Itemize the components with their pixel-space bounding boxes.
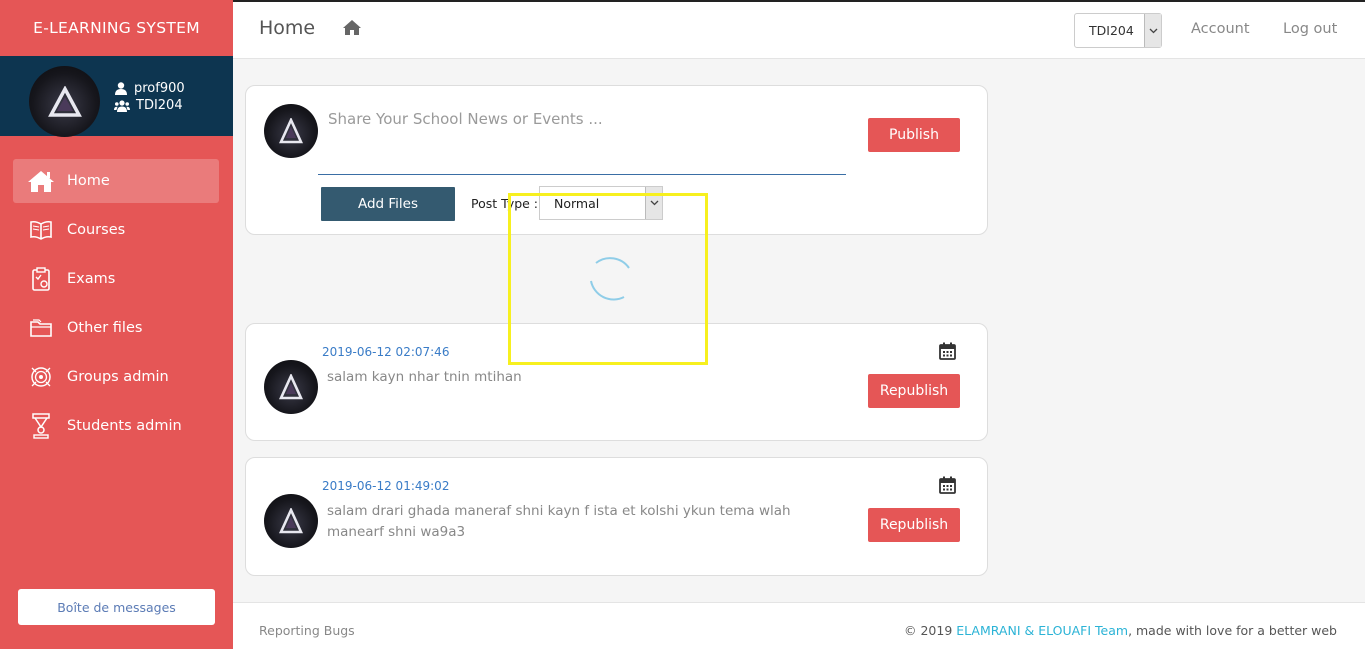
- republish-button[interactable]: Republish: [868, 374, 960, 408]
- logout-link[interactable]: Log out: [1283, 21, 1337, 37]
- sidebar-item-label: Home: [67, 173, 110, 189]
- footer-credits: © 2019 ELAMRANI & ELOUAFI Team, made wit…: [904, 623, 1337, 638]
- users-icon: [114, 99, 130, 112]
- footer-copyright: © 2019: [904, 623, 957, 638]
- home-icon: [27, 168, 55, 194]
- sidebar-item-label: Courses: [67, 222, 126, 238]
- sidebar-item-students-admin[interactable]: Students admin: [13, 404, 219, 448]
- sidebar-item-label: Students admin: [67, 418, 182, 434]
- sidebar-item-other-files[interactable]: Other files: [13, 306, 219, 350]
- chevron-down-icon: [645, 187, 662, 219]
- loading-spinner-icon: [586, 253, 636, 303]
- post-type-label: Post Type :: [471, 196, 539, 211]
- group-select[interactable]: TDI204: [1074, 13, 1162, 48]
- avatar: [264, 104, 318, 158]
- target-icon: [27, 364, 55, 390]
- logo-triangle-icon: [279, 508, 303, 534]
- post-date: 2019-06-12 02:07:46: [322, 345, 450, 359]
- top-bar: Home TDI204 Account Log out: [233, 0, 1365, 59]
- team-link[interactable]: ELAMRANI & ELOUAFI Team: [956, 623, 1128, 638]
- post-composer: Publish Add Files Post Type : Normal: [245, 85, 988, 235]
- add-files-button[interactable]: Add Files: [321, 187, 455, 221]
- post-type-select[interactable]: Normal: [539, 186, 663, 220]
- avatar[interactable]: [29, 66, 100, 137]
- calendar-icon[interactable]: [939, 342, 956, 364]
- avatar: [264, 494, 318, 548]
- post-card: 2019-06-12 02:07:46 salam kayn nhar tnin…: [245, 323, 988, 441]
- folder-icon: [27, 315, 55, 341]
- calendar-icon[interactable]: [939, 476, 956, 498]
- user-group: TDI204: [136, 98, 183, 113]
- sidebar-item-label: Other files: [67, 320, 143, 336]
- home-icon[interactable]: [342, 19, 362, 40]
- trophy-icon: [27, 413, 55, 439]
- sidebar-item-home[interactable]: Home: [13, 159, 219, 203]
- username: prof900: [134, 81, 185, 96]
- republish-button[interactable]: Republish: [868, 508, 960, 542]
- sidebar-item-groups-admin[interactable]: Groups admin: [13, 355, 219, 399]
- group-select-value: TDI204: [1089, 23, 1134, 38]
- sidebar: E-LEARNING SYSTEM prof900 TDI204 Home Co…: [0, 0, 233, 649]
- post-type-value: Normal: [554, 195, 600, 211]
- user-icon: [115, 82, 127, 95]
- chevron-down-icon: [1144, 14, 1161, 47]
- news-input[interactable]: [318, 104, 846, 175]
- post-text: salam drari ghada maneraf shni kayn f is…: [327, 503, 791, 540]
- sidebar-item-exams[interactable]: Exams: [13, 257, 219, 301]
- sidebar-item-courses[interactable]: Courses: [13, 208, 219, 252]
- brand-title: E-LEARNING SYSTEM: [33, 19, 200, 37]
- logo-triangle-icon: [279, 118, 303, 144]
- sidebar-item-label: Groups admin: [67, 369, 169, 385]
- account-link[interactable]: Account: [1191, 21, 1250, 37]
- post-date: 2019-06-12 01:49:02: [322, 479, 450, 493]
- logo-triangle-icon: [47, 85, 82, 117]
- book-icon: [27, 217, 55, 243]
- user-panel: prof900 TDI204: [0, 56, 233, 137]
- sidebar-nav: Home Courses Exams Other files Groups ad…: [13, 159, 219, 453]
- post-text: salam kayn nhar tnin mtihan: [327, 369, 522, 385]
- reporting-bugs-link[interactable]: Reporting Bugs: [259, 623, 355, 638]
- avatar: [264, 360, 318, 414]
- footer: Reporting Bugs © 2019 ELAMRANI & ELOUAFI…: [233, 602, 1365, 649]
- footer-tagline: , made with love for a better web: [1128, 623, 1337, 638]
- publish-button[interactable]: Publish: [868, 118, 960, 152]
- post-card: 2019-06-12 01:49:02 salam drari ghada ma…: [245, 457, 988, 576]
- page-title: Home: [259, 17, 316, 39]
- user-info: prof900 TDI204: [114, 80, 185, 114]
- logo-triangle-icon: [279, 374, 303, 400]
- exam-icon: [27, 266, 55, 292]
- messages-button[interactable]: Boîte de messages: [18, 589, 215, 625]
- sidebar-item-label: Exams: [67, 271, 116, 287]
